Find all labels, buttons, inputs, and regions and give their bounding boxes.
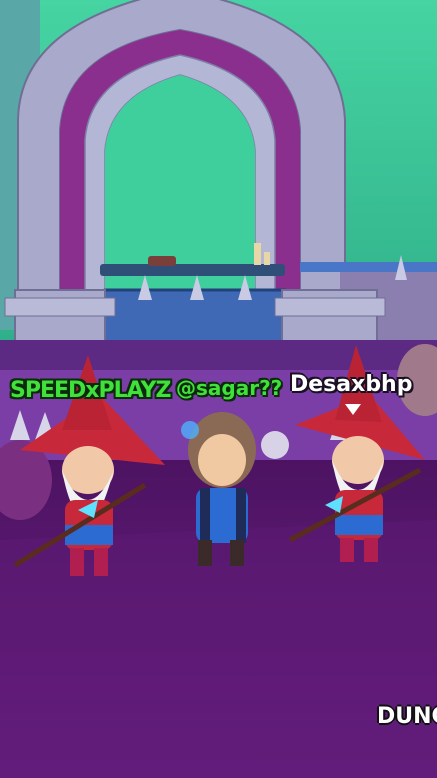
player-nametag: SPEEDxPLAYZ: [10, 378, 171, 403]
local-player-marker-icon: [345, 404, 361, 415]
candle: [254, 243, 261, 265]
jar: [148, 256, 176, 266]
shelf: [100, 264, 285, 276]
rail: [300, 262, 437, 272]
player-nametag: Desaxbhp: [290, 372, 413, 397]
level-banner: DUNG: [377, 704, 437, 729]
player-nametag: @sagar??: [176, 376, 283, 400]
game-scene: SPEEDxPLAYZ @sagar?? Desaxbhp DUNG: [0, 0, 437, 778]
candle: [264, 252, 270, 265]
